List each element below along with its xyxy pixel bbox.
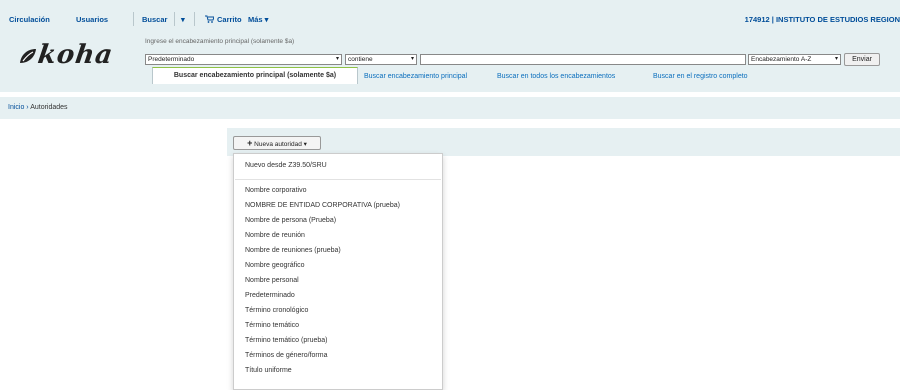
breadcrumb: Inicio › Autoridades [8, 104, 68, 111]
search-hint: Ingrese el encabezamiento principal (sol… [145, 38, 295, 45]
tab-search-all-headings[interactable]: Buscar en todos los encabezamientos [497, 73, 615, 80]
dropdown-item[interactable]: Predeterminado [245, 292, 295, 299]
dropdown-item[interactable]: Nombre de reuniones (prueba) [245, 247, 341, 254]
dropdown-item[interactable]: Término temático (prueba) [245, 337, 327, 344]
chevron-down-icon: ▾ [834, 56, 838, 62]
dropdown-item[interactable]: Término temático [245, 322, 299, 329]
breadcrumb-current: Autoridades [30, 104, 68, 111]
dropdown-item[interactable]: Título uniforme [245, 367, 292, 374]
tab-search-main-heading[interactable]: Buscar encabezamiento principal [364, 73, 467, 80]
sort-value: Encabezamiento A-Z [751, 56, 812, 63]
toolbar [227, 128, 900, 156]
dropdown-item[interactable]: NOMBRE DE ENTIDAD CORPORATIVA (prueba) [245, 202, 400, 209]
dropdown-item[interactable]: Nombre de persona (Prueba) [245, 217, 336, 224]
nav-separator [133, 12, 134, 26]
nav-buscar-caret[interactable]: ▾ [181, 15, 185, 24]
new-authority-dropdown: Nuevo desde Z39.50/SRU Nombre corporativ… [233, 153, 443, 390]
new-authority-button[interactable]: + Nueva autoridad ▾ [233, 136, 321, 150]
tab-search-main-heading-a[interactable]: Buscar encabezamiento principal (solamen… [152, 67, 358, 84]
search-operator-value: contiene [348, 56, 373, 63]
search-input[interactable] [420, 54, 746, 65]
nav-usuarios[interactable]: Usuarios [76, 15, 108, 24]
breadcrumb-separator: › [26, 104, 29, 111]
tab-search-full-record[interactable]: Buscar en el registro completo [653, 73, 748, 80]
search-operator-select[interactable]: contiene ▾ [345, 54, 417, 65]
caret-down-icon: ▾ [303, 141, 307, 148]
new-authority-label: Nueva autoridad [254, 141, 302, 148]
nav-circulacion[interactable]: Circulación [9, 15, 50, 24]
breadcrumb-bar [0, 97, 900, 119]
nav-buscar[interactable]: Buscar [142, 15, 167, 24]
nav-mas[interactable]: Más ▾ [248, 15, 268, 24]
dropdown-item[interactable]: Nombre corporativo [245, 187, 306, 194]
chevron-down-icon: ▾ [335, 56, 339, 62]
koha-logo[interactable]: koha [18, 40, 116, 70]
sort-select[interactable]: Encabezamiento A-Z ▾ [748, 54, 841, 65]
submit-button[interactable]: Enviar [844, 53, 880, 66]
dropdown-item-z3950[interactable]: Nuevo desde Z39.50/SRU [245, 162, 327, 169]
nav-separator [194, 12, 195, 26]
nav-carrito-label: Carrito [217, 15, 242, 24]
user-library-info[interactable]: 174912 | INSTITUTO DE ESTUDIOS REGION [745, 15, 900, 24]
cart-icon [205, 15, 215, 23]
dropdown-item[interactable]: Nombre de reunión [245, 232, 305, 239]
dropdown-divider [235, 179, 441, 180]
koha-logo-text: koha [35, 40, 116, 70]
search-type-select[interactable]: Predeterminado ▾ [145, 54, 342, 65]
dropdown-item[interactable]: Nombre geográfico [245, 262, 305, 269]
breadcrumb-home[interactable]: Inicio [8, 104, 24, 111]
dropdown-item[interactable]: Término cronológico [245, 307, 308, 314]
plus-icon: + [247, 138, 253, 148]
chevron-down-icon: ▾ [410, 56, 414, 62]
dropdown-item[interactable]: Nombre personal [245, 277, 299, 284]
nav-separator [174, 12, 175, 26]
nav-carrito[interactable]: Carrito [205, 15, 242, 24]
koha-leaf-icon [20, 49, 36, 63]
search-type-value: Predeterminado [148, 56, 195, 63]
dropdown-item[interactable]: Términos de género/forma [245, 352, 327, 359]
